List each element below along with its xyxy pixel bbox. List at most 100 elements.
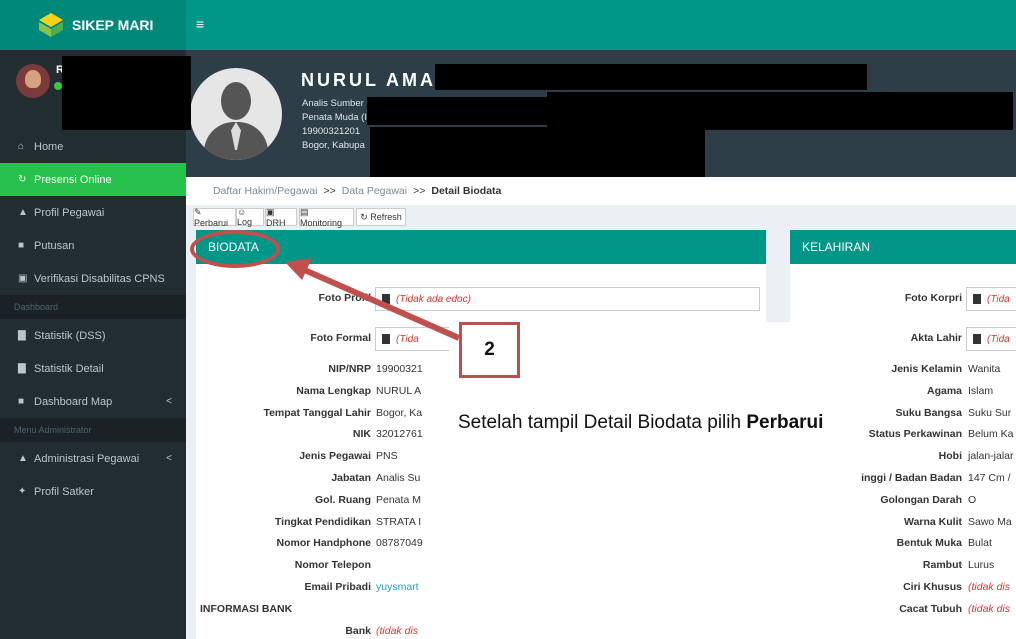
monitoring-button[interactable]: ▤ Monitoring <box>299 207 354 228</box>
sidebar-item-verifikasi-disabilitas[interactable]: ▣ Verifikasi Disabilitas CPNS <box>0 262 186 295</box>
gavel-icon: ■ <box>18 240 25 251</box>
foto-profil-value: (Tidak ada edoc) <box>396 293 471 305</box>
home-icon: ⌂ <box>18 141 25 152</box>
biodata-row-value-row: Penata M <box>376 494 456 514</box>
field-value: 19900321 <box>376 363 423 375</box>
field-label: NIK <box>352 428 371 441</box>
sidebar-item-label: Presensi Online <box>34 173 112 186</box>
map-icon: ■ <box>18 396 25 407</box>
sidebar-item-dashboard-map[interactable]: ■ Dashboard Map < <box>0 385 186 418</box>
field-value[interactable]: yuysmart <box>376 581 419 593</box>
biodata-row-label-row: Jenis Pegawai <box>196 450 371 470</box>
biodata-row-label-row: NIK <box>196 428 371 448</box>
field-label: Jenis Pegawai <box>299 450 371 463</box>
file-icon <box>973 294 981 304</box>
bank-section-title: INFORMASI BANK <box>200 603 293 615</box>
brand-logo[interactable]: SIKEP MARI <box>0 0 186 50</box>
foto-korpri-doc[interactable]: (Tida <box>966 287 1016 311</box>
kelahiran-row-value-row: (tidak dis <box>968 581 1016 601</box>
field-label: Status Perkawinan <box>868 428 962 441</box>
field-label: Golongan Darah <box>880 493 962 506</box>
online-status-icon <box>54 82 62 90</box>
step-number-badge: 2 <box>459 322 520 378</box>
drh-button[interactable]: ▣ DRH <box>265 207 297 228</box>
field-label: Cacat Tubuh <box>899 602 962 615</box>
sidebar-item-label: Dashboard Map <box>34 395 113 408</box>
field-label: Gol. Ruang <box>315 493 371 506</box>
biodata-row-label-row: Gol. Ruang <box>196 494 371 514</box>
biodata-row-value-row: yuysmart <box>376 581 456 601</box>
bank-value: (tidak dis <box>376 625 419 637</box>
sidebar-item-administrasi-pegawai[interactable]: ▲ Administrasi Pegawai < <box>0 442 186 475</box>
foto-formal-row: Foto Formal <box>196 332 371 352</box>
refresh-button[interactable]: ↻ Refresh <box>356 208 406 226</box>
field-value: PNS <box>376 450 398 463</box>
menu-toggle-icon[interactable]: ≡ <box>196 16 204 32</box>
kelahiran-row-value-row: 147 Cm / <box>968 472 1016 492</box>
breadcrumb-link-daftar[interactable]: Daftar Hakim/Pegawai <box>213 185 317 197</box>
field-value: Suku Sur <box>968 406 1012 419</box>
log-button[interactable]: ☺ Log <box>236 207 264 227</box>
field-value: (tidak dis <box>968 602 1011 615</box>
top-navbar: SIKEP MARI ≡ <box>0 0 1016 50</box>
redaction-block <box>435 64 867 90</box>
field-label: Jenis Kelamin <box>891 363 962 375</box>
profile-name: NURUL AMA <box>301 70 436 90</box>
foto-korpri-value: (Tida <box>987 293 1010 305</box>
field-label: Tempat Tanggal Lahir <box>263 406 371 419</box>
sidebar-item-profil-satker[interactable]: ✦ Profil Satker <box>0 475 186 508</box>
foto-profil-row: Foto Profil <box>196 292 372 312</box>
field-value: (tidak dis <box>968 581 1011 593</box>
breadcrumb-link-data-pegawai[interactable]: Data Pegawai <box>342 185 407 197</box>
sidebar-item-presensi-online[interactable]: ↻ Presensi Online <box>0 163 186 196</box>
foto-formal-doc[interactable]: (Tida <box>375 327 455 351</box>
field-label: inggi / Badan Badan <box>861 472 962 484</box>
sidebar-item-putusan[interactable]: ■ Putusan <box>0 229 186 262</box>
field-value: Penata M <box>376 493 421 506</box>
profile-nip: 19900321201 <box>302 126 361 137</box>
akta-lahir-doc[interactable]: (Tida <box>966 327 1016 351</box>
bank-row: Bank <box>196 625 371 639</box>
breadcrumb-current: Detail Biodata <box>431 185 502 197</box>
field-value: 147 Cm / <box>968 472 1011 484</box>
sidebar-item-statistik-dss[interactable]: ▇ Statistik (DSS) <box>0 319 186 352</box>
chevron-left-icon: < <box>166 396 172 407</box>
field-label: Nomor Telepon <box>294 559 371 572</box>
sidebar-item-label: Putusan <box>34 239 75 252</box>
breadcrumb-separator: >> <box>323 185 336 197</box>
sidebar-item-profil-pegawai[interactable]: ▲ Profil Pegawai <box>0 196 186 229</box>
field-value: O <box>968 493 977 506</box>
field-label: Ciri Khusus <box>903 581 962 593</box>
biodata-row-label-row: Jabatan <box>196 472 371 492</box>
foto-formal-value: (Tida <box>396 333 419 345</box>
refresh-icon: ↻ <box>18 174 27 185</box>
action-toolbar: ✎ Perbarui ☺ Log ▣ DRH ▤ Monitoring ↻ Re… <box>186 205 1016 229</box>
avatar[interactable] <box>16 64 50 98</box>
profile-photo <box>190 68 282 160</box>
foto-korpri-row: Foto Korpri <box>790 292 962 312</box>
field-label: Bentuk Muka <box>896 537 962 550</box>
breadcrumb-separator: >> <box>413 185 426 197</box>
perbarui-button[interactable]: ✎ Perbarui <box>193 207 236 228</box>
foto-profil-doc[interactable]: (Tidak ada edoc) <box>375 287 760 311</box>
profile-birthplace: Bogor, Kabupa <box>302 140 365 151</box>
chevron-left-icon: < <box>166 453 172 464</box>
kelahiran-row-value-row: Suku Sur <box>968 407 1016 427</box>
biodata-row-value-row <box>376 559 456 579</box>
field-value: Sawo Ma <box>968 515 1012 528</box>
file-icon <box>973 334 981 344</box>
kelahiran-row-value-row: Sawo Ma <box>968 516 1016 536</box>
biodata-panel-title: BIODATA <box>196 230 766 264</box>
sidebar-item-home[interactable]: ⌂ Home <box>0 130 186 163</box>
biodata-row-value-row: 08787049 <box>376 537 456 557</box>
biodata-row-label-row: NIP/NRP <box>196 363 371 383</box>
biodata-row-value-row: Bogor, Ka <box>376 407 456 427</box>
kelahiran-row-value-row: Belum Ka <box>968 428 1016 448</box>
brand-name: SIKEP MARI <box>72 17 154 33</box>
id-card-icon: ▣ <box>18 273 28 284</box>
bar-chart-icon: ▇ <box>18 363 26 374</box>
kelahiran-row-value-row: O <box>968 494 1016 514</box>
sidebar-item-label: Profil Pegawai <box>34 206 105 219</box>
sidebar-item-statistik-detail[interactable]: ▇ Statistik Detail <box>0 352 186 385</box>
sidebar-item-label: Home <box>34 140 64 153</box>
